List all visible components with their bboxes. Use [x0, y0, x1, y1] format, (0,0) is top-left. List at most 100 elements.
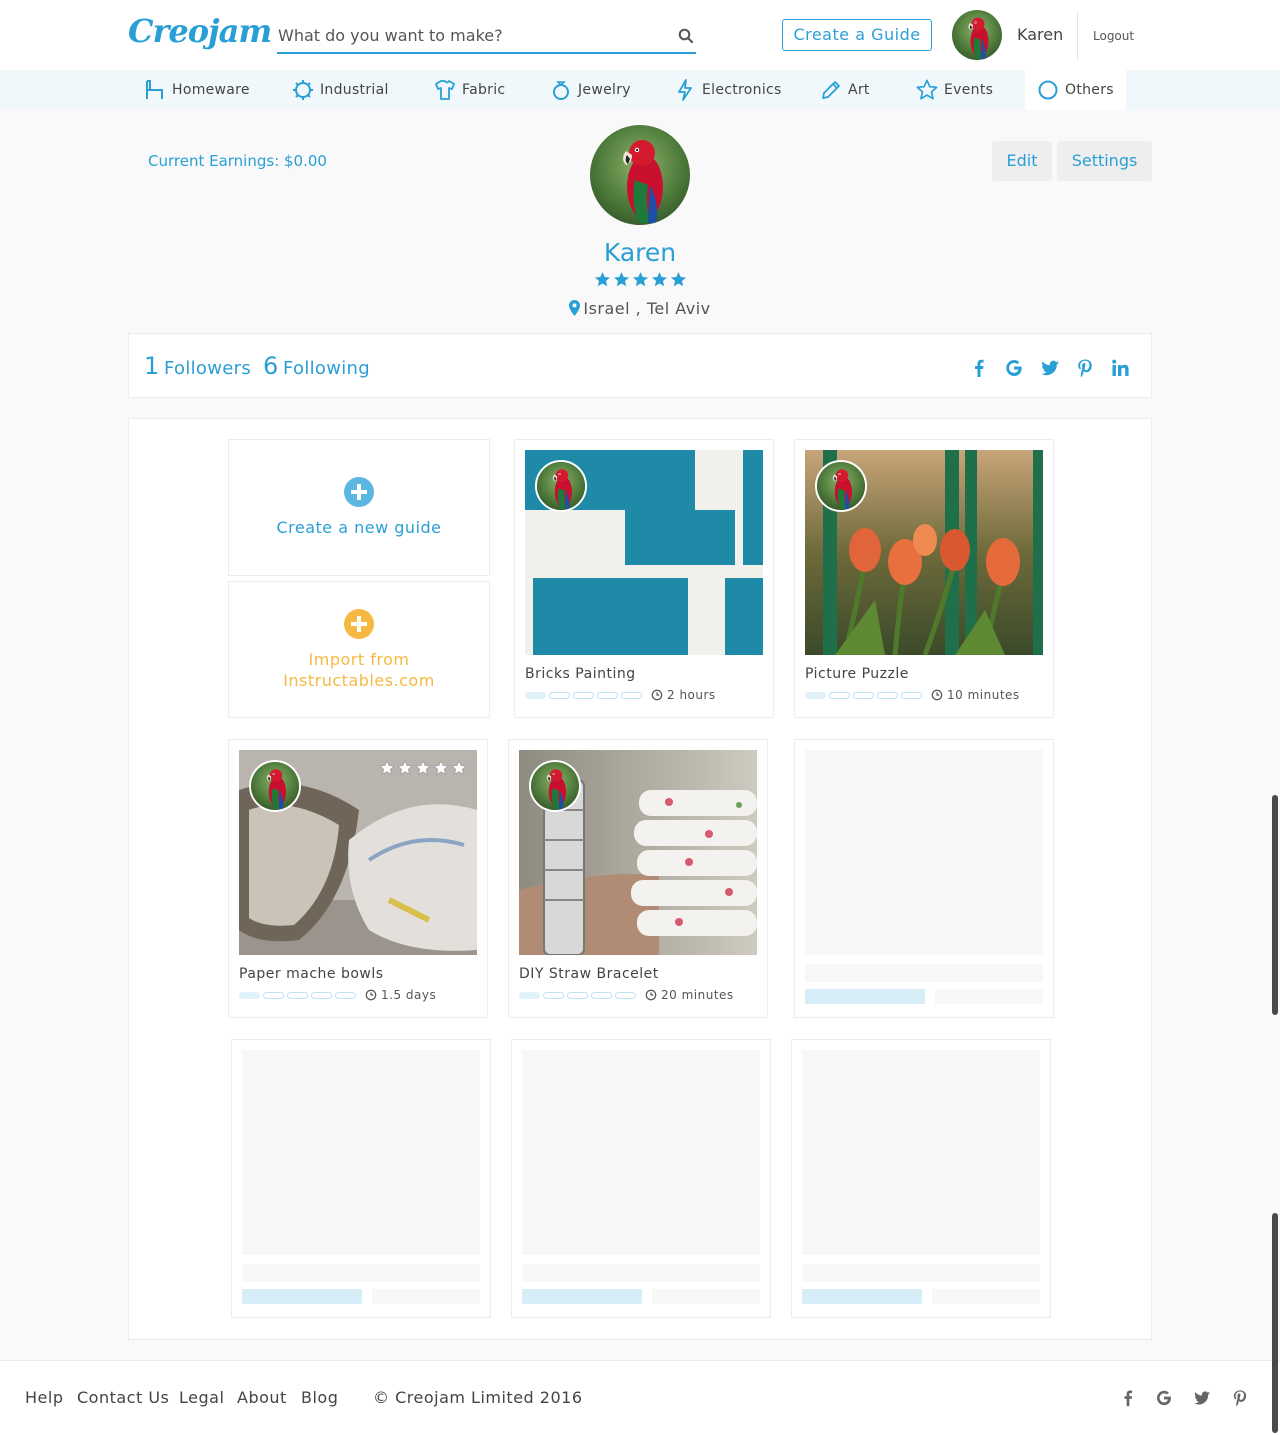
shirt-icon — [435, 80, 455, 100]
category-fabric[interactable]: Fabric — [434, 70, 505, 110]
guide-title[interactable]: Bricks Painting — [525, 666, 636, 682]
placeholder-thumbnail — [802, 1050, 1040, 1255]
pinterest-icon[interactable] — [1231, 1389, 1249, 1407]
guide-card[interactable]: Bricks Painting 2 hours — [514, 439, 774, 718]
footer-link-help[interactable]: Help — [25, 1388, 63, 1407]
guide-duration: 1.5 days — [365, 988, 436, 1002]
header-divider — [1077, 12, 1078, 60]
twitter-icon[interactable] — [1193, 1389, 1211, 1407]
category-label: Jewelry — [578, 82, 631, 98]
placeholder-card — [231, 1039, 491, 1318]
guide-duration: 2 hours — [651, 688, 716, 702]
duration-text: 20 minutes — [661, 988, 734, 1002]
search-bar — [277, 20, 696, 54]
placeholder-card — [791, 1039, 1051, 1318]
category-electronics[interactable]: Electronics — [674, 70, 782, 110]
pinterest-icon[interactable] — [1075, 358, 1095, 378]
import-label-line2: Instructables.com — [283, 670, 435, 690]
star-icon — [670, 271, 687, 288]
create-new-guide-card[interactable]: Create a new guide — [228, 439, 490, 576]
import-instructables-card[interactable]: Import from Instructables.com — [228, 581, 490, 718]
twitter-icon[interactable] — [1040, 358, 1060, 378]
facebook-icon[interactable] — [969, 358, 989, 378]
search-icon[interactable] — [678, 28, 694, 44]
category-label: Electronics — [702, 82, 782, 98]
profile-name: Karen — [603, 238, 677, 267]
ring-icon — [553, 81, 569, 100]
star-icon — [594, 271, 611, 288]
author-avatar — [249, 760, 301, 812]
user-avatar[interactable] — [952, 10, 1002, 60]
guide-card[interactable]: DIY Straw Bracelet 20 minutes — [508, 739, 768, 1018]
guide-thumbnail[interactable] — [525, 450, 763, 655]
user-name[interactable]: Karen — [1017, 25, 1063, 44]
guide-title[interactable]: Paper mache bowls — [239, 966, 384, 982]
difficulty-meter — [519, 992, 636, 999]
guide-thumbnail[interactable] — [805, 450, 1043, 655]
import-label-line1: Import from — [308, 649, 410, 669]
pencil-icon — [822, 81, 840, 99]
placeholder-thumbnail — [242, 1050, 480, 1255]
author-avatar — [535, 460, 587, 512]
create-new-guide-label: Create a new guide — [276, 518, 442, 537]
category-label: Others — [1065, 82, 1114, 98]
guides-panel: Create a new guide Import from Instructa… — [128, 418, 1152, 1340]
settings-button[interactable]: Settings — [1057, 141, 1152, 181]
guide-thumbnail[interactable] — [519, 750, 757, 955]
duration-text: 2 hours — [667, 688, 716, 702]
placeholder-bar — [522, 1289, 642, 1304]
category-jewelry[interactable]: Jewelry — [550, 70, 631, 110]
followers-count[interactable]: 1 — [144, 352, 159, 380]
footer-link-legal[interactable]: Legal — [179, 1388, 224, 1407]
logout-link[interactable]: Logout — [1093, 29, 1134, 43]
profile-avatar — [590, 125, 690, 225]
clock-icon — [651, 689, 663, 701]
placeholder-thumbnail — [522, 1050, 760, 1255]
footer-link-about[interactable]: About — [237, 1388, 287, 1407]
category-industrial[interactable]: Industrial — [292, 70, 389, 110]
following-label[interactable]: Following — [283, 358, 370, 379]
placeholder-bar — [935, 989, 1043, 1004]
star-icon — [613, 271, 630, 288]
footer-link-contact[interactable]: Contact Us — [77, 1388, 169, 1407]
author-avatar — [815, 460, 867, 512]
guide-thumbnail[interactable] — [239, 750, 477, 955]
facebook-icon[interactable] — [1119, 1389, 1137, 1407]
placeholder-bar — [372, 1289, 480, 1304]
star-icon — [397, 760, 413, 776]
search-input[interactable] — [277, 20, 657, 50]
star-icon — [451, 760, 467, 776]
guide-card[interactable]: Picture Puzzle 10 minutes — [794, 439, 1054, 718]
duration-text: 1.5 days — [381, 988, 437, 1002]
google-icon[interactable] — [1155, 1389, 1173, 1407]
category-homeware[interactable]: Homeware — [144, 70, 250, 110]
star-icon — [651, 271, 668, 288]
edit-button[interactable]: Edit — [992, 141, 1052, 181]
guide-card[interactable]: Paper mache bowls 1.5 days — [228, 739, 488, 1018]
category-events[interactable]: Events — [916, 70, 993, 110]
placeholder-thumbnail — [805, 750, 1043, 955]
copyright: © Creojam Limited 2016 — [373, 1388, 583, 1407]
placeholder-bar — [805, 989, 925, 1004]
clock-icon — [365, 989, 377, 1001]
followers-label[interactable]: Followers — [164, 358, 251, 379]
scrollbar-thumb[interactable] — [1272, 795, 1278, 1015]
category-label: Events — [944, 82, 994, 98]
difficulty-meter — [525, 692, 642, 699]
scrollbar-thumb[interactable] — [1272, 1213, 1278, 1433]
difficulty-meter — [805, 692, 922, 699]
placeholder-bar — [932, 1289, 1040, 1304]
guide-title[interactable]: Picture Puzzle — [805, 666, 909, 682]
google-icon[interactable] — [1004, 358, 1024, 378]
circle-icon — [1038, 80, 1058, 100]
difficulty-meter — [239, 992, 356, 999]
category-label: Art — [848, 82, 870, 98]
following-count[interactable]: 6 — [263, 352, 278, 380]
create-guide-button[interactable]: Create a Guide — [782, 19, 932, 51]
category-art[interactable]: Art — [820, 70, 870, 110]
footer-link-blog[interactable]: Blog — [301, 1388, 338, 1407]
logo[interactable]: Creojam — [128, 12, 272, 50]
guide-title[interactable]: DIY Straw Bracelet — [519, 966, 659, 982]
linkedin-icon[interactable] — [1110, 358, 1130, 378]
category-others[interactable]: Others — [1025, 70, 1126, 110]
